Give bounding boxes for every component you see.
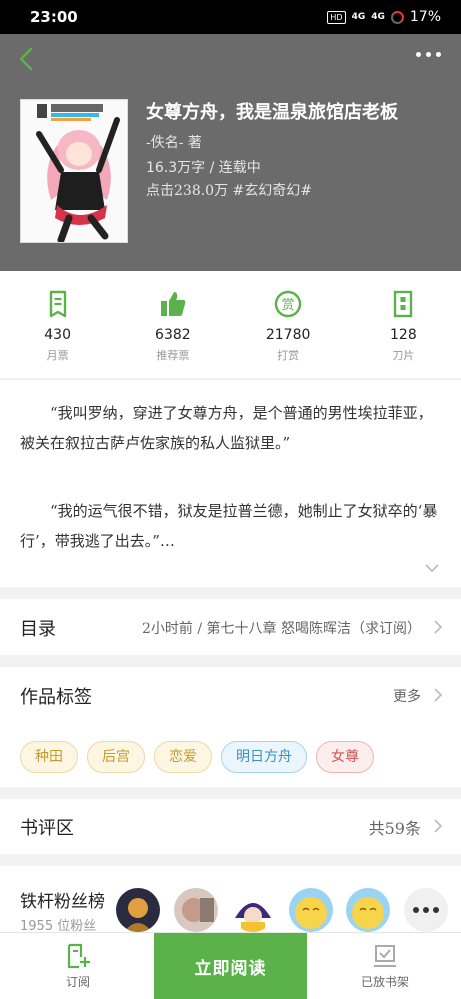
tags-section: 作品标签 更多 种田 后宫 恋爱 明日方舟 女尊 bbox=[0, 667, 461, 787]
stat-monthly-ticket[interactable]: 430 月票 bbox=[0, 271, 115, 378]
stat-reward[interactable]: 赏 21780 打赏 bbox=[231, 271, 346, 378]
chevron-right-icon[interactable] bbox=[433, 687, 443, 703]
fan-avatar[interactable] bbox=[346, 888, 390, 932]
stat-value: 128 bbox=[390, 327, 417, 343]
tags-title: 作品标签 bbox=[20, 687, 92, 708]
stat-label: 打赏 bbox=[277, 349, 300, 362]
subscribe-icon bbox=[67, 943, 90, 969]
book-header: 女尊方舟，我是温泉旅馆店老板 -佚名- 著 16.3万字 / 连载中 点击238… bbox=[0, 34, 461, 271]
fans-title: 铁杆粉丝榜 bbox=[20, 892, 105, 912]
battery-ring-icon bbox=[390, 10, 404, 24]
fan-avatar[interactable] bbox=[289, 888, 333, 932]
blade-icon bbox=[394, 290, 413, 318]
signal-icon: 4G bbox=[351, 12, 366, 22]
fan-avatar[interactable] bbox=[174, 888, 218, 932]
bookshelf-check-icon bbox=[374, 945, 396, 967]
reviews-count: 共59条 bbox=[368, 819, 421, 838]
status-icons: HD 4G 4G 17% bbox=[327, 9, 441, 25]
on-shelf-label: 已放书架 bbox=[360, 975, 409, 989]
stat-value: 21780 bbox=[265, 327, 311, 343]
synopsis-paragraph: “我的运气很不错，狱友是拉普兰德，她制止了女狱卒的‘暴行’，带我逃了出去。”… bbox=[20, 502, 438, 550]
status-bar: 23:00 HD 4G 4G 17% bbox=[0, 0, 461, 34]
monthly-ticket-icon bbox=[49, 290, 66, 318]
tag-item[interactable]: 种田 bbox=[20, 741, 78, 773]
stat-label: 刀片 bbox=[392, 349, 415, 362]
stats-bar: 430 月票 6382 推荐票 赏 21780 打赏 128 刀片 bbox=[0, 271, 461, 378]
stat-value: 6382 bbox=[155, 327, 191, 343]
subscribe-label: 订阅 bbox=[65, 975, 90, 989]
subscribe-button[interactable]: 订阅 bbox=[38, 933, 118, 999]
toc-latest-chapter: 2小时前 / 第七十八章 怒喝陈晖洁（求订阅） bbox=[142, 621, 421, 637]
cover-illustration bbox=[21, 100, 127, 242]
reward-icon: 赏 bbox=[274, 290, 302, 318]
read-now-button[interactable]: 立即阅读 bbox=[154, 933, 307, 999]
book-clicks-genre: 点击238.0万 #玄幻奇幻# bbox=[146, 183, 312, 199]
book-author[interactable]: -佚名- 著 bbox=[146, 132, 202, 152]
battery-percent: 17% bbox=[409, 9, 441, 25]
tag-item[interactable]: 后宫 bbox=[87, 741, 145, 773]
tag-item[interactable]: 女尊 bbox=[316, 741, 374, 773]
tag-item[interactable]: 明日方舟 bbox=[221, 741, 307, 773]
tag-list: 种田 后宫 恋爱 明日方舟 女尊 bbox=[20, 741, 374, 773]
fan-avatar[interactable] bbox=[116, 888, 160, 932]
synopsis[interactable]: “我叫罗纳，穿进了女尊方舟，是个普通的男性埃拉菲亚，被关在叙拉古萨卢佐家族的私人… bbox=[0, 379, 461, 587]
reviews-title: 书评区 bbox=[20, 818, 74, 839]
reviews-row[interactable]: 书评区 共59条 bbox=[0, 799, 461, 854]
bottom-action-bar: 订阅 立即阅读 已放书架 bbox=[0, 932, 461, 999]
stat-value: 430 bbox=[44, 327, 71, 343]
fans-leaderboard[interactable]: 铁杆粉丝榜 1955 位粉丝 bbox=[0, 866, 461, 936]
book-word-count-status: 16.3万字 / 连载中 bbox=[146, 160, 261, 176]
back-arrow-icon[interactable] bbox=[14, 44, 42, 74]
hd-icon: HD bbox=[327, 10, 346, 24]
tag-item[interactable]: 恋爱 bbox=[154, 741, 212, 773]
stat-blade[interactable]: 128 刀片 bbox=[346, 271, 461, 378]
toc-title: 目录 bbox=[20, 619, 56, 640]
toc-row[interactable]: 目录 2小时前 / 第七十八章 怒喝陈晖洁（求订阅） bbox=[0, 599, 461, 655]
status-time: 23:00 bbox=[30, 8, 78, 26]
more-fans-icon[interactable] bbox=[404, 888, 448, 932]
book-cover[interactable] bbox=[20, 99, 128, 243]
expand-chevron-icon[interactable] bbox=[425, 563, 439, 573]
more-menu-icon[interactable] bbox=[416, 52, 441, 57]
stat-label: 月票 bbox=[46, 349, 69, 362]
book-title: 女尊方舟，我是温泉旅馆店老板 bbox=[146, 102, 398, 123]
thumbs-up-icon bbox=[160, 292, 186, 316]
synopsis-paragraph: “我叫罗纳，穿进了女尊方舟，是个普通的男性埃拉菲亚，被关在叙拉古萨卢佐家族的私人… bbox=[20, 404, 433, 452]
tags-more-link[interactable]: 更多 bbox=[393, 686, 421, 706]
signal-icon-2: 4G bbox=[371, 12, 385, 22]
chevron-right-icon bbox=[434, 819, 443, 833]
stat-label: 推荐票 bbox=[156, 349, 190, 362]
on-shelf-button[interactable]: 已放书架 bbox=[345, 933, 425, 999]
svg-text:赏: 赏 bbox=[282, 298, 295, 313]
fan-avatar[interactable] bbox=[231, 888, 275, 932]
chevron-right-icon bbox=[434, 620, 443, 634]
stat-recommend[interactable]: 6382 推荐票 bbox=[115, 271, 230, 378]
